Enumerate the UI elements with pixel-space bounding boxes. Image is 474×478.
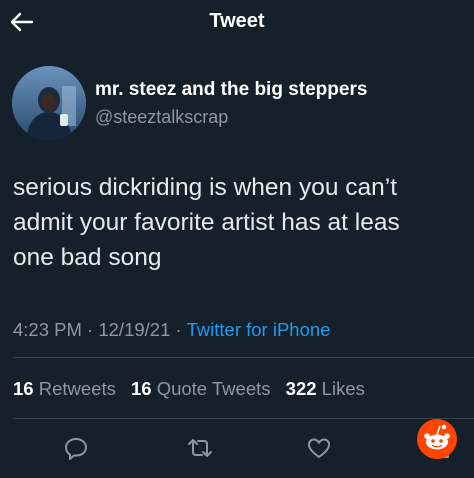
likes-count: 322 xyxy=(285,378,317,399)
tweet-stats: 16 Retweets 16 Quote Tweets 322 Likes xyxy=(13,378,375,400)
heart-icon xyxy=(308,438,330,458)
author-names: mr. steez and the big steppers @steeztal… xyxy=(95,79,367,128)
divider xyxy=(13,357,474,358)
quote-tweets-stat[interactable]: 16 Quote Tweets xyxy=(131,378,271,399)
display-name[interactable]: mr. steez and the big steppers xyxy=(95,79,367,101)
tweet-actions xyxy=(0,430,474,470)
avatar-image xyxy=(12,66,86,140)
divider xyxy=(13,418,474,419)
tweet-source-link[interactable]: Twitter for iPhone xyxy=(187,319,331,340)
tweet-text: serious dickriding is when you can’t admi… xyxy=(13,170,474,275)
retweet-button[interactable] xyxy=(180,430,220,466)
top-bar: Tweet xyxy=(0,0,474,46)
reply-icon xyxy=(65,438,87,460)
meta-separator: · xyxy=(87,319,94,340)
tweet-meta: 4:23 PM · 12/19/21 · Twitter for iPhone xyxy=(13,319,330,341)
tweet-date: 12/19/21 xyxy=(98,319,171,340)
retweets-label: Retweets xyxy=(38,378,116,399)
tweet-line: admit your favorite artist has at leas xyxy=(13,209,400,236)
page-title: Tweet xyxy=(209,10,265,32)
retweet-icon xyxy=(188,439,212,457)
reddit-watermark xyxy=(416,418,458,460)
likes-stat[interactable]: 322 Likes xyxy=(286,378,365,399)
meta-separator: · xyxy=(175,319,182,340)
quote-tweets-count: 16 xyxy=(130,378,152,399)
avatar[interactable] xyxy=(12,66,86,140)
likes-label: Likes xyxy=(321,378,365,399)
reply-button[interactable] xyxy=(56,430,96,466)
user-handle[interactable]: @steeztalkscrap xyxy=(95,107,367,128)
quote-tweets-label: Quote Tweets xyxy=(156,378,271,399)
retweets-stat[interactable]: 16 Retweets xyxy=(13,378,116,399)
reddit-logo-icon xyxy=(417,419,457,459)
tweet-line: serious dickriding is when you can’t xyxy=(13,174,398,201)
tweet-line: one bad song xyxy=(13,244,162,271)
retweets-count: 16 xyxy=(13,378,34,399)
tweet-author: mr. steez and the big steppers @steeztal… xyxy=(12,66,462,142)
like-button[interactable] xyxy=(299,430,339,466)
tweet-time: 4:23 PM xyxy=(13,319,82,340)
